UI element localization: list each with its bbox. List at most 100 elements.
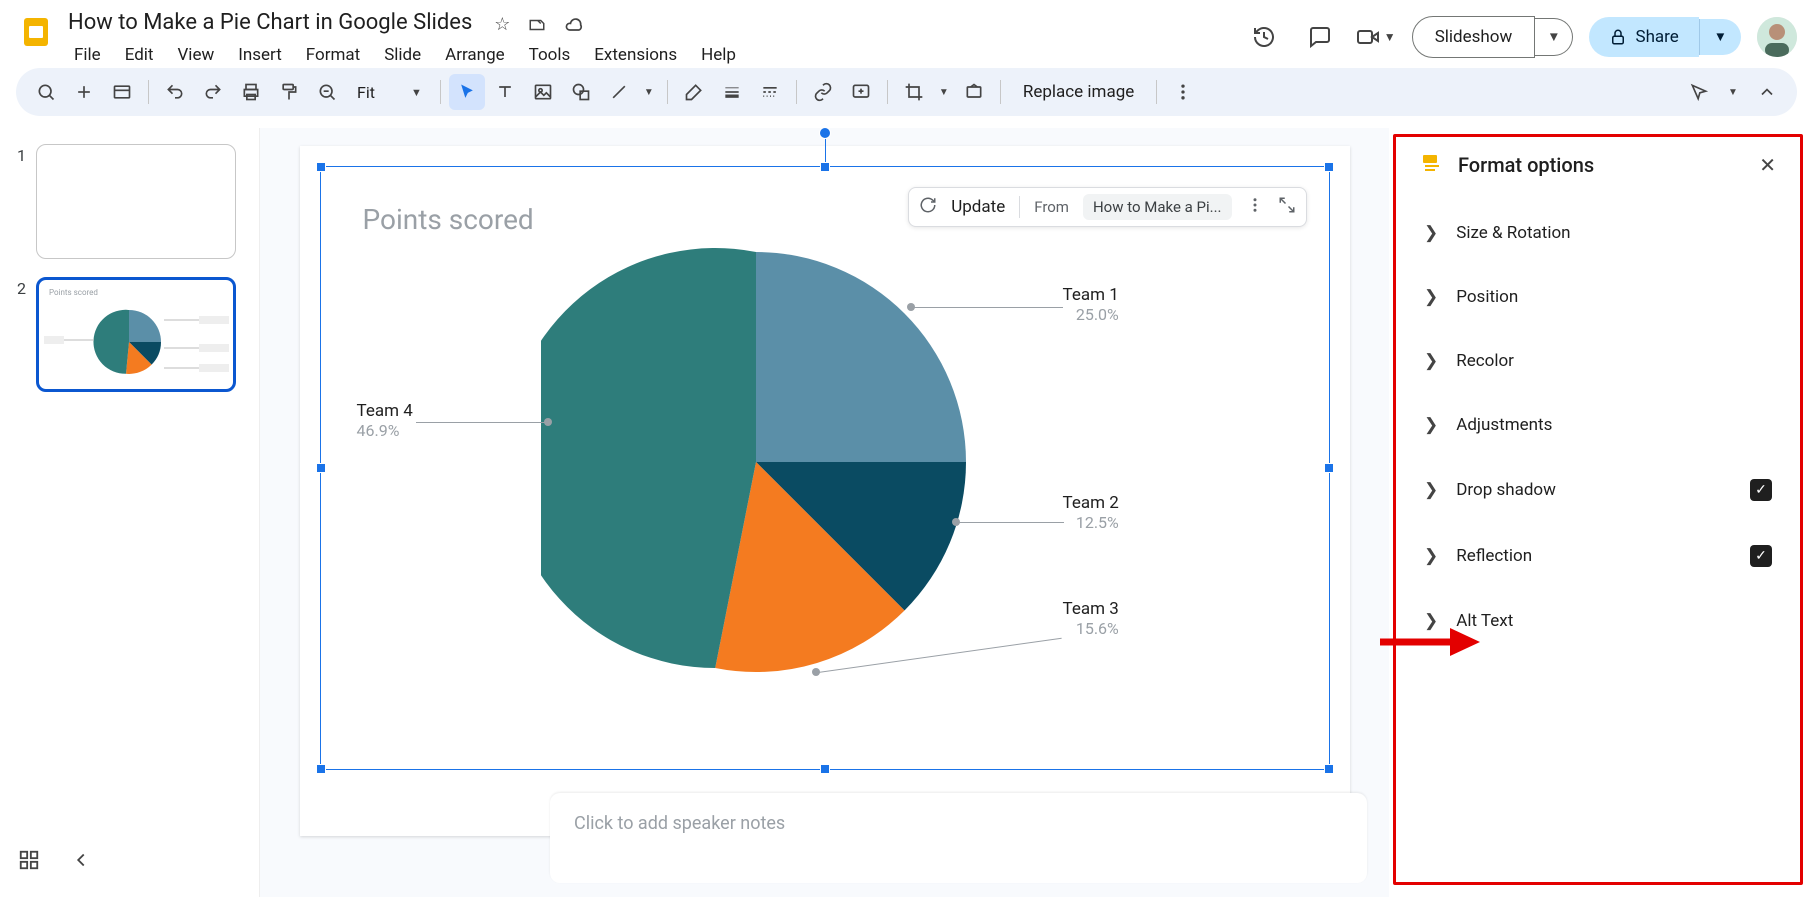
chart-selection-box[interactable]: Points scored Update From How to Make a …: [320, 166, 1330, 770]
menu-extensions[interactable]: Extensions: [584, 41, 687, 69]
history-icon[interactable]: [1244, 17, 1284, 57]
crop-icon[interactable]: [896, 74, 932, 110]
border-color-icon[interactable]: [676, 74, 712, 110]
option-adjustments[interactable]: ❯Adjustments: [1420, 393, 1776, 457]
menu-edit[interactable]: Edit: [115, 41, 164, 69]
new-slide-icon[interactable]: [66, 74, 102, 110]
menu-insert[interactable]: Insert: [228, 41, 292, 69]
move-icon[interactable]: [528, 14, 546, 35]
pointer-dropdown-icon[interactable]: ▼: [1723, 74, 1743, 110]
chart-title: Points scored: [363, 203, 534, 236]
option-reflection[interactable]: ❯Reflection✓: [1420, 523, 1776, 589]
document-title[interactable]: How to Make a Pie Chart in Google Slides: [64, 8, 476, 37]
prev-slide-icon[interactable]: [70, 849, 92, 875]
option-drop-shadow[interactable]: ❯Drop shadow✓: [1420, 457, 1776, 523]
refresh-icon[interactable]: [919, 196, 937, 218]
linked-chart-toolbar: Update From How to Make a Pi...: [908, 187, 1306, 227]
option-position[interactable]: ❯Position: [1420, 265, 1776, 329]
drop-shadow-checkbox[interactable]: ✓: [1750, 479, 1772, 501]
slides-logo[interactable]: [16, 12, 56, 52]
header: How to Make a Pie Chart in Google Slides…: [0, 0, 1813, 68]
format-options-panel: Format options ✕ ❯Size & Rotation ❯Posit…: [1393, 134, 1803, 885]
cloud-status-icon[interactable]: [564, 14, 584, 35]
resize-handle-bl[interactable]: [316, 764, 326, 774]
print-icon[interactable]: [233, 74, 269, 110]
source-chip[interactable]: How to Make a Pi...: [1083, 194, 1232, 220]
menu-format[interactable]: Format: [296, 41, 370, 69]
menu-arrange[interactable]: Arrange: [435, 41, 514, 69]
label-team-4: Team 446.9%: [357, 401, 413, 440]
label-team-1: Team 125.0%: [1063, 285, 1119, 324]
border-weight-icon[interactable]: [714, 74, 750, 110]
select-tool-icon[interactable]: [449, 74, 485, 110]
replace-image-button[interactable]: Replace image: [1009, 76, 1148, 108]
format-options-icon: [1420, 151, 1444, 179]
menu-help[interactable]: Help: [691, 41, 746, 69]
mask-dropdown-icon[interactable]: ▼: [934, 74, 954, 110]
comments-icon[interactable]: [1300, 17, 1340, 57]
pie-chart: [541, 247, 971, 681]
resize-handle-br[interactable]: [1324, 764, 1334, 774]
menu-tools[interactable]: Tools: [519, 41, 581, 69]
image-icon[interactable]: [525, 74, 561, 110]
slide-canvas[interactable]: Points scored Update From How to Make a …: [300, 146, 1350, 836]
layout-icon[interactable]: [104, 74, 140, 110]
update-button[interactable]: Update: [951, 197, 1005, 217]
unlink-icon[interactable]: [1278, 196, 1296, 218]
menu-bar: File Edit View Insert Format Slide Arran…: [64, 41, 746, 69]
slideshow-button[interactable]: Slideshow: [1412, 16, 1536, 58]
resize-handle-bm[interactable]: [820, 764, 830, 774]
label-team-2: Team 212.5%: [1063, 493, 1119, 532]
option-recolor[interactable]: ❯Recolor: [1420, 329, 1776, 393]
search-menus-icon[interactable]: [28, 74, 64, 110]
slide-thumb-2[interactable]: Points scored: [36, 277, 236, 392]
resize-handle-tr[interactable]: [1324, 162, 1334, 172]
filmstrip: 1 2 Points scored: [0, 128, 260, 897]
undo-icon[interactable]: [157, 74, 193, 110]
canvas-area: Points scored Update From How to Make a …: [260, 128, 1389, 897]
resize-handle-mr[interactable]: [1324, 463, 1334, 473]
line-dropdown-icon[interactable]: ▼: [639, 74, 659, 110]
reset-image-icon[interactable]: [956, 74, 992, 110]
account-avatar[interactable]: [1757, 17, 1797, 57]
zoom-out-icon[interactable]: [309, 74, 345, 110]
annotation-arrow: [1380, 622, 1480, 666]
slide-number-1: 1: [12, 144, 26, 259]
share-button[interactable]: Share: [1589, 17, 1698, 57]
sidebar-title: Format options: [1458, 153, 1594, 177]
resize-handle-tm[interactable]: [820, 162, 830, 172]
zoom-select[interactable]: Fit▼: [347, 83, 432, 102]
border-dash-icon[interactable]: [752, 74, 788, 110]
menu-view[interactable]: View: [167, 41, 224, 69]
line-icon[interactable]: [601, 74, 637, 110]
rotation-handle[interactable]: [819, 127, 831, 139]
paint-format-icon[interactable]: [271, 74, 307, 110]
textbox-icon[interactable]: [487, 74, 523, 110]
hide-menus-icon[interactable]: [1749, 74, 1785, 110]
resize-handle-ml[interactable]: [316, 463, 326, 473]
slide-thumb-1[interactable]: [36, 144, 236, 259]
star-icon[interactable]: ☆: [494, 14, 510, 35]
chart-menu-icon[interactable]: [1246, 196, 1264, 218]
option-size-rotation[interactable]: ❯Size & Rotation: [1420, 201, 1776, 265]
slideshow-dropdown[interactable]: ▼: [1535, 18, 1573, 56]
menu-slide[interactable]: Slide: [374, 41, 431, 69]
share-dropdown[interactable]: ▼: [1699, 19, 1741, 55]
menu-file[interactable]: File: [64, 41, 111, 69]
slide-number-2: 2: [12, 277, 26, 392]
pointer-mode-icon[interactable]: [1681, 74, 1717, 110]
from-label: From: [1034, 198, 1069, 216]
link-icon[interactable]: [805, 74, 841, 110]
redo-icon[interactable]: [195, 74, 231, 110]
comment-icon[interactable]: [843, 74, 879, 110]
reflection-checkbox[interactable]: ✓: [1750, 545, 1772, 567]
close-icon[interactable]: ✕: [1759, 153, 1776, 177]
grid-view-icon[interactable]: [18, 849, 40, 875]
speaker-notes[interactable]: Click to add speaker notes: [550, 793, 1367, 883]
resize-handle-tl[interactable]: [316, 162, 326, 172]
label-team-3: Team 315.6%: [1063, 599, 1119, 638]
meet-button[interactable]: ▼: [1356, 25, 1396, 49]
toolbar: Fit▼ ▼ ▼ Replace image ▼: [16, 68, 1797, 116]
shape-icon[interactable]: [563, 74, 599, 110]
more-options-icon[interactable]: [1165, 74, 1201, 110]
